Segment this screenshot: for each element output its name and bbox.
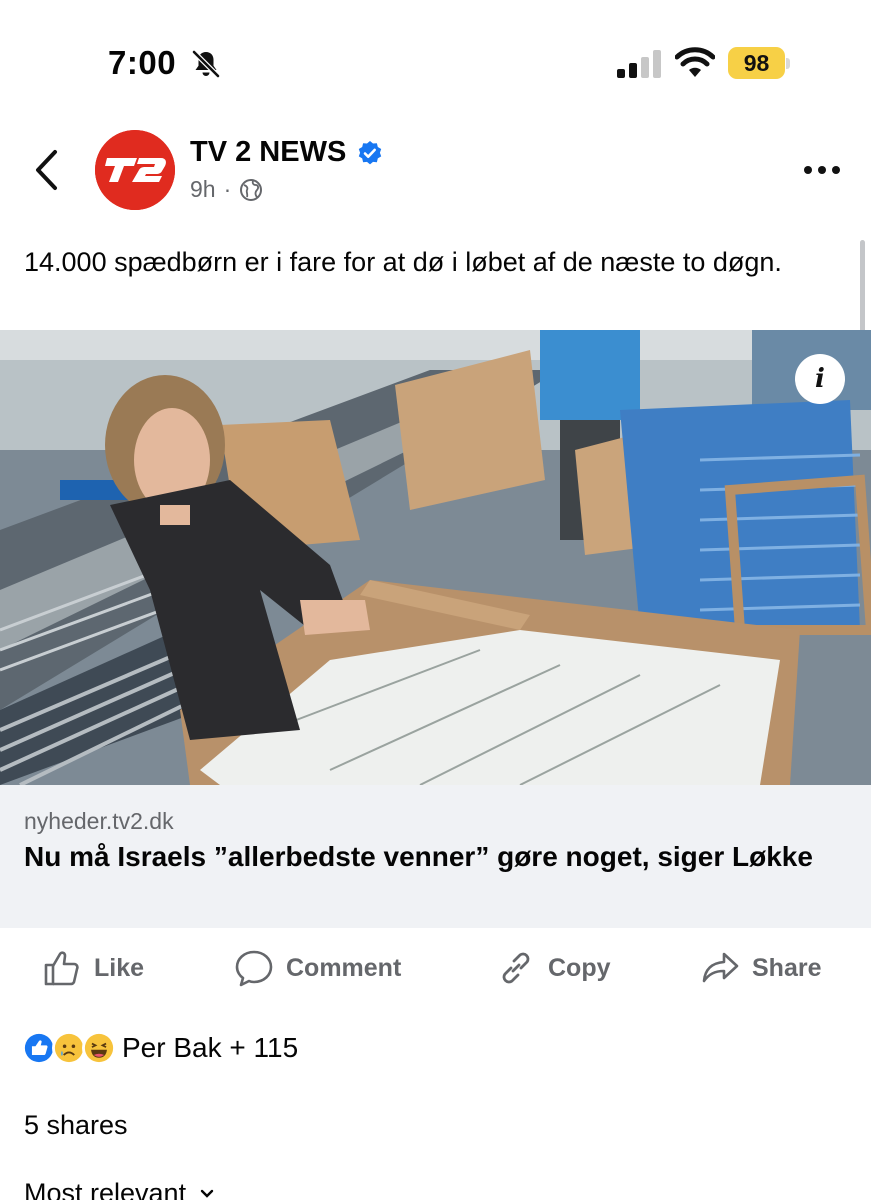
- wifi-icon: [675, 47, 715, 77]
- haha-reaction-icon: [82, 1031, 116, 1065]
- copy-label: Copy: [548, 953, 611, 982]
- sort-label: Most relevant: [24, 1178, 187, 1200]
- meta-separator: ·: [223, 176, 232, 202]
- status-bar: 7:00 98: [0, 0, 871, 120]
- battery-indicator: 98: [728, 47, 790, 79]
- comment-button[interactable]: Comment: [234, 944, 401, 992]
- post-text: 14.000 spædbørn er i fare for at dø i lø…: [24, 247, 782, 277]
- share-label: Share: [752, 953, 822, 982]
- page-avatar[interactable]: [95, 130, 175, 210]
- back-button[interactable]: [28, 148, 68, 192]
- shares-count[interactable]: 5 shares: [24, 1110, 128, 1141]
- cellular-signal-icon: [617, 50, 661, 78]
- link-domain[interactable]: nyheder.tv2.dk: [24, 808, 174, 835]
- copy-button[interactable]: Copy: [496, 944, 611, 992]
- status-time: 7:00: [108, 44, 177, 81]
- chevron-down-icon: [200, 1189, 214, 1198]
- more-options-button[interactable]: [800, 158, 844, 182]
- verified-badge-icon: [358, 141, 382, 165]
- share-button[interactable]: Share: [700, 944, 821, 992]
- globe-icon: [240, 178, 263, 201]
- link-title[interactable]: Nu må Israels ”allerbedste venner” gøre …: [24, 838, 844, 876]
- tv2-logo-icon: [95, 130, 175, 210]
- post-photo[interactable]: [0, 330, 871, 785]
- comment-icon: [235, 950, 273, 987]
- battery-level: 98: [728, 47, 785, 79]
- post-meta: 9h ·: [190, 176, 263, 203]
- reaction-count: Per Bak + 115: [122, 1032, 299, 1063]
- reactions-summary[interactable]: Per Bak + 115: [22, 1030, 298, 1066]
- like-label: Like: [94, 953, 145, 982]
- battery-cap: [786, 58, 790, 69]
- sad-reaction-icon: [52, 1031, 86, 1065]
- comment-label: Comment: [286, 953, 402, 982]
- comment-sort-dropdown[interactable]: Most relevant: [24, 1178, 216, 1200]
- share-arrow-icon: [702, 952, 739, 983]
- link-icon: [502, 952, 530, 984]
- info-button[interactable]: i: [795, 354, 845, 404]
- bell-muted-icon: [192, 50, 220, 78]
- warehouse-photo: [0, 330, 871, 785]
- post-time[interactable]: 9h: [190, 176, 216, 203]
- like-button[interactable]: Like: [42, 944, 144, 992]
- like-reaction-icon: [22, 1031, 56, 1065]
- thumbs-up-icon: [44, 951, 79, 986]
- page-name[interactable]: TV 2 NEWS: [190, 136, 346, 169]
